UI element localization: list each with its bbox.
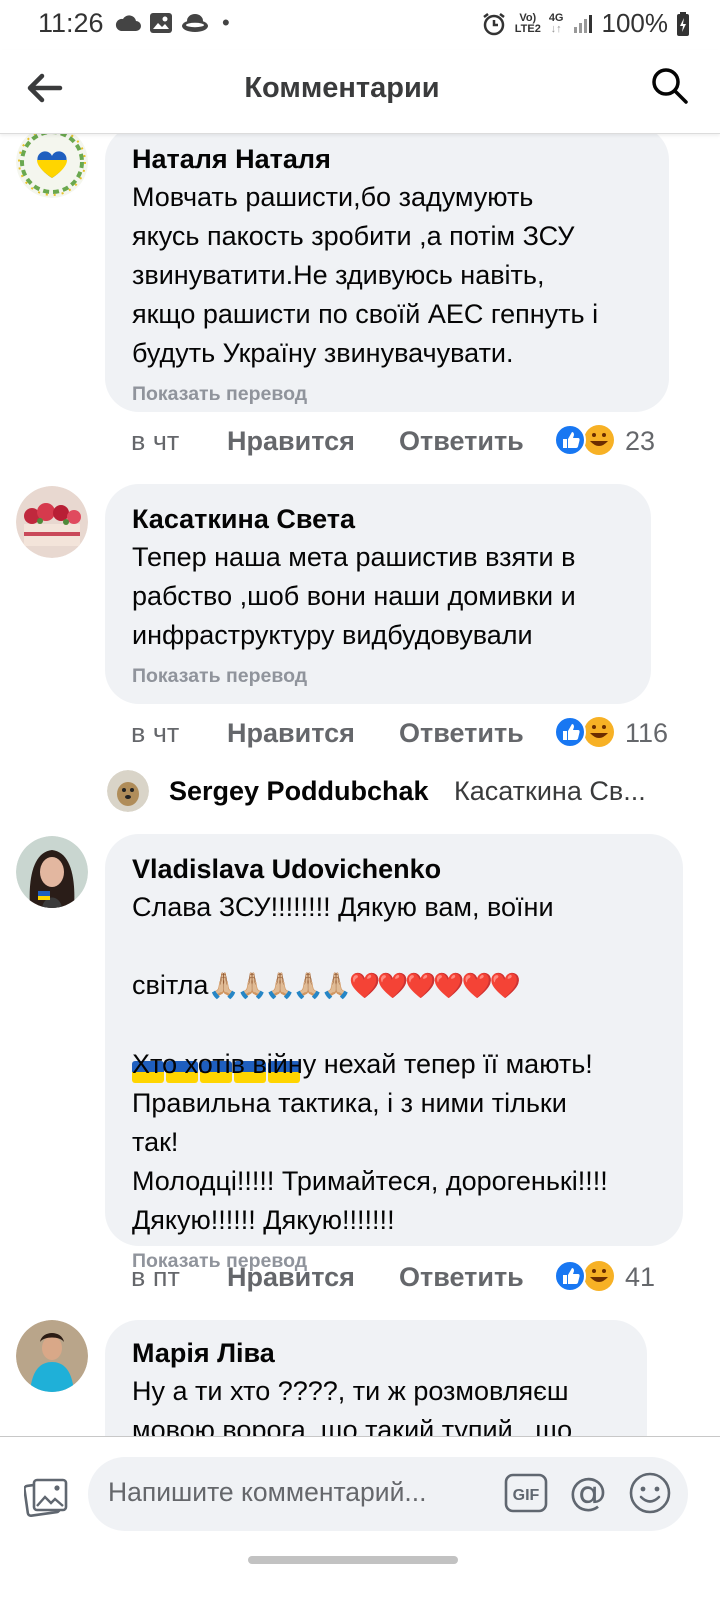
comment-actions: в чт Нравится Ответить 23 bbox=[131, 422, 691, 462]
comment-text: Тепер наша мета рашистив взяти в рабство… bbox=[132, 542, 576, 650]
comment-text-word: світла bbox=[132, 970, 209, 1000]
comment-composer: Напишите комментарий... GIF @ bbox=[0, 1436, 720, 1600]
reaction-count[interactable]: 23 bbox=[625, 426, 655, 457]
like-button[interactable]: Нравится bbox=[227, 1262, 355, 1293]
woman-blue-avatar-icon bbox=[16, 1320, 88, 1392]
comment-text-line: Слава ЗСУ!!!!!!!! Дякую вам, воїни bbox=[132, 892, 554, 922]
comment-text: Хто хотів війну нехай тепер її мають! Пр… bbox=[132, 1049, 608, 1235]
gif-button[interactable]: GIF bbox=[504, 1473, 548, 1513]
home-indicator[interactable] bbox=[248, 1556, 458, 1564]
reply-button[interactable]: Ответить bbox=[399, 426, 524, 457]
heart-wreath-avatar-icon bbox=[16, 134, 88, 198]
alarm-icon bbox=[482, 12, 505, 35]
status-dot: • bbox=[222, 10, 230, 35]
comment-author[interactable]: Vladislava Udovichenko bbox=[132, 850, 657, 888]
comment-bubble[interactable]: Касаткина Света Тепер наша мета рашистив… bbox=[105, 484, 651, 704]
show-translation-link[interactable]: Показать перевод bbox=[132, 663, 625, 689]
dog-avatar-icon bbox=[107, 770, 149, 812]
avatar[interactable] bbox=[16, 836, 88, 908]
battery-charging-icon bbox=[677, 11, 689, 36]
comment-actions: в чт Нравится Ответить 116 bbox=[131, 714, 691, 754]
search-icon bbox=[652, 68, 688, 104]
reactions-icon[interactable] bbox=[553, 1258, 615, 1294]
photo-gallery-icon bbox=[23, 1478, 68, 1517]
cake-avatar-icon bbox=[16, 486, 88, 558]
hat-icon bbox=[182, 14, 208, 32]
reaction-count[interactable]: 41 bbox=[625, 1262, 655, 1293]
signal-icon bbox=[573, 14, 592, 33]
smiley-icon bbox=[629, 1472, 671, 1514]
comment-author[interactable]: Наталя Наталя bbox=[132, 140, 643, 178]
reply-button[interactable]: Ответить bbox=[399, 718, 524, 749]
mention-button[interactable]: @ bbox=[566, 1470, 610, 1515]
comment-bubble[interactable]: Наталя Наталя Мовчать рашисти,бо задумую… bbox=[105, 134, 669, 412]
reply-snippet[interactable]: Касаткина Св... bbox=[454, 776, 646, 807]
comment-bubble[interactable]: Vladislava Udovichenko Слава ЗСУ!!!!!!!!… bbox=[105, 834, 683, 1272]
status-notification-icons: • bbox=[114, 10, 230, 36]
comment-text: Мовчать рашисти,бо задумують якусь пакос… bbox=[132, 182, 599, 368]
ukraine-flags bbox=[132, 1006, 657, 1083]
page-title: Комментарии bbox=[244, 72, 440, 104]
reactions-icon[interactable] bbox=[553, 714, 615, 750]
avatar[interactable] bbox=[16, 1320, 88, 1392]
comments-feed[interactable]: Наталя Наталя Мовчать рашисти,бо задумую… bbox=[0, 134, 720, 1460]
avatar[interactable] bbox=[16, 134, 88, 198]
comment-author[interactable]: Касаткина Света bbox=[132, 500, 625, 538]
reply-button[interactable]: Ответить bbox=[399, 1262, 524, 1293]
network-type-indicator: 4G ↓↑ bbox=[548, 11, 564, 35]
comment-time[interactable]: в чт bbox=[131, 426, 179, 457]
show-translation-link[interactable]: Показать перевод bbox=[132, 381, 643, 407]
comment-time[interactable]: в пт bbox=[131, 1262, 180, 1293]
status-time: 11:26 bbox=[38, 8, 104, 38]
battery-percent: 100% bbox=[601, 8, 669, 38]
gif-icon: GIF bbox=[504, 1473, 548, 1513]
gif-label: GIF bbox=[513, 1487, 540, 1504]
like-button[interactable]: Нравится bbox=[227, 426, 355, 457]
search-button[interactable] bbox=[650, 66, 690, 106]
woman-avatar-icon bbox=[16, 836, 88, 908]
at-label: @ bbox=[569, 1471, 607, 1514]
status-bar: 11:26 • Vo) LTE2 4G ↓↑ 100% bbox=[0, 0, 720, 50]
avatar[interactable] bbox=[16, 486, 88, 558]
reply-author[interactable]: Sergey Poddubchak bbox=[169, 776, 429, 807]
avatar[interactable] bbox=[107, 770, 149, 812]
comment-actions: в пт Нравится Ответить 41 bbox=[131, 1258, 691, 1298]
reactions-icon[interactable] bbox=[553, 422, 615, 458]
emoji-button[interactable] bbox=[628, 1471, 672, 1515]
comment-author[interactable]: Марія Ліва bbox=[132, 1334, 621, 1372]
app-header: Комментарии bbox=[0, 50, 720, 134]
comment-text-line: світла🙏🏼🙏🏼🙏🏼🙏🏼🙏🏼❤️❤️❤️❤️❤️❤️ bbox=[132, 927, 657, 1006]
reply-preview[interactable]: Sergey Poddubchak Касаткина Св... bbox=[107, 768, 707, 814]
comment-time[interactable]: в чт bbox=[131, 718, 179, 749]
status-system-icons: Vo) LTE2 4G ↓↑ 100% bbox=[481, 8, 690, 39]
volte-indicator: Vo) LTE2 bbox=[514, 11, 541, 35]
image-icon bbox=[150, 13, 172, 33]
reaction-count[interactable]: 116 bbox=[625, 718, 668, 749]
photo-button[interactable] bbox=[23, 1477, 68, 1517]
like-button[interactable]: Нравится bbox=[227, 718, 355, 749]
at-sign-icon: @ bbox=[569, 1470, 607, 1514]
pray-heart-emoji: 🙏🏼🙏🏼🙏🏼🙏🏼🙏🏼❤️❤️❤️❤️❤️❤️ bbox=[208, 972, 520, 1000]
comment-input-placeholder[interactable]: Напишите комментарий... bbox=[108, 1477, 426, 1508]
comment-input[interactable]: Напишите комментарий... GIF @ bbox=[88, 1457, 688, 1531]
cloud-icon bbox=[115, 15, 141, 31]
